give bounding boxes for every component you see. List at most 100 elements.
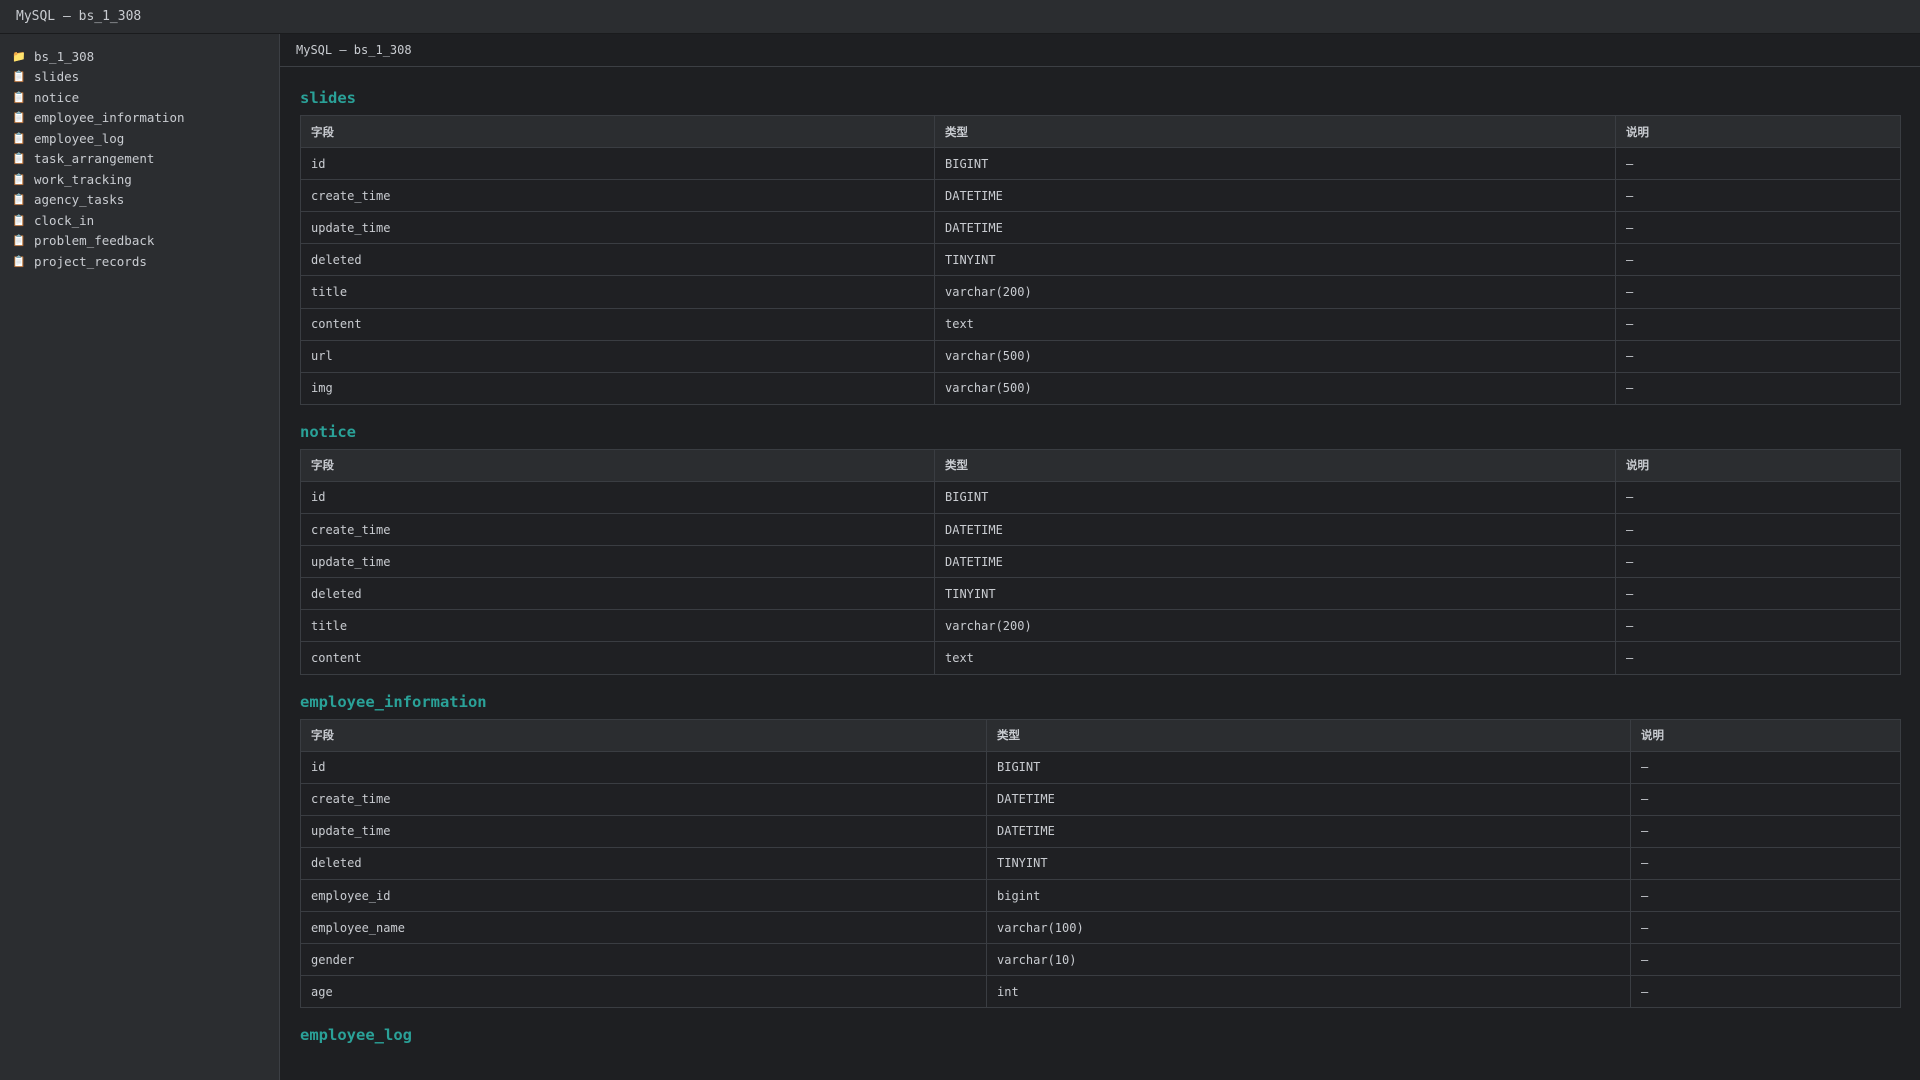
cell-field: title [300,275,935,309]
table-row: gender varchar(10) — [300,943,1901,977]
cell-field: age [300,975,987,1009]
main-panel: MySQL — bs_1_308 slides 字段 类型 说明 id BIGIN… [280,34,1920,1080]
table-row: create_time DATETIME — [300,179,1901,213]
cell-type: DATETIME [934,513,1616,547]
section-title-slides: slides [300,89,356,107]
tree-item-label: notice [34,89,80,105]
table-row: employee_id bigint — [300,878,1901,913]
table-icon: 📋 [12,254,26,268]
tree-item-task-arrangement[interactable]: 📋 task_arrangement [0,149,279,170]
tree-item-notice[interactable]: 📋 notice [0,87,279,108]
cell-type: DATETIME [934,211,1616,245]
table-row: id BIGINT — [300,147,1901,181]
cell-type: BIGINT [986,750,1631,784]
schema-content: slides 字段 类型 说明 id BIGINT — create_time DAT… [280,67,1901,1044]
tree-item-label: work_tracking [34,171,132,187]
tree-item-employee-information[interactable]: 📋 employee_information [0,108,279,129]
table-icon: 📋 [12,172,26,186]
cell-field: create_time [300,513,935,547]
table-row: deleted TINYINT — [300,577,1901,611]
cell-field: create_time [300,782,987,816]
tree-item-clock-in[interactable]: 📋 clock_in [0,210,279,231]
cell-field: employee_name [300,911,987,945]
cell-type: text [934,641,1616,675]
window-title: MySQL — bs_1_308 [16,9,142,24]
cell-desc: — [1615,577,1901,611]
cell-field: update_time [300,814,987,848]
sidebar-tree: 📁 bs_1_308 📋 slides 📋 notice 📋 employee_… [0,34,280,1080]
table-row: employee_name varchar(100) — [300,911,1901,945]
cell-desc: — [1615,275,1901,309]
cell-type: TINYINT [986,846,1631,880]
cell-type: DATETIME [986,782,1631,816]
cell-field: id [300,147,935,181]
cell-type: DATETIME [986,814,1631,848]
cell-desc: — [1615,513,1901,547]
cell-field: deleted [300,577,935,611]
cell-field: id [300,480,935,515]
table-row: deleted TINYINT — [300,846,1901,880]
cell-type: TINYINT [934,243,1616,277]
cell-desc: — [1615,480,1901,515]
tree-item-label: clock_in [34,212,95,228]
cell-type: bigint [986,878,1631,913]
cell-field: create_time [300,179,935,213]
cell-field: content [300,307,935,341]
cell-type: varchar(200) [934,609,1616,643]
cell-desc: — [1615,641,1901,675]
table-row: update_time DATETIME — [300,545,1901,579]
cell-type: varchar(500) [934,371,1616,405]
cell-desc: — [1630,911,1901,945]
column-header-field: 字段 [300,114,935,149]
cell-desc: — [1630,750,1901,784]
tree-item-label: agency_tasks [34,192,125,208]
table-row: content text — [300,307,1901,341]
cell-field: update_time [300,545,935,579]
column-header-field: 字段 [300,718,987,752]
cell-field: url [300,339,935,373]
table-icon: 📋 [12,90,26,104]
cell-desc: — [1615,307,1901,341]
folder-icon: 📁 [12,49,26,63]
schema-table-employee-information: 字段 类型 说明 id BIGINT — create_time DATETIME — … [300,718,1901,1009]
table-row: age int — [300,975,1901,1009]
cell-field: deleted [300,243,935,277]
tree-item-problem-feedback[interactable]: 📋 problem_feedback [0,231,279,252]
tree-item-agency-tasks[interactable]: 📋 agency_tasks [0,190,279,211]
table-row: update_time DATETIME — [300,211,1901,245]
table-row: title varchar(200) — [300,609,1901,643]
breadcrumb-text: MySQL — bs_1_308 [296,43,412,57]
breadcrumb: MySQL — bs_1_308 [280,34,1920,67]
tree-item-label: employee_log [34,130,125,146]
table-row: img varchar(500) — [300,371,1901,405]
cell-desc: — [1615,609,1901,643]
table-icon: 📋 [12,111,26,125]
cell-type: varchar(200) [934,275,1616,309]
tree-item-database[interactable]: 📁 bs_1_308 [0,46,279,67]
tree-item-slides[interactable]: 📋 slides [0,67,279,88]
tree-item-employee-log[interactable]: 📋 employee_log [0,128,279,149]
table-header-row: 字段 类型 说明 [300,448,1901,482]
cell-field: employee_id [300,878,987,913]
cell-desc: — [1615,339,1901,373]
tree-item-label: slides [34,69,80,85]
cell-desc: — [1630,943,1901,977]
table-row: create_time DATETIME — [300,513,1901,547]
cell-type: BIGINT [934,147,1616,181]
table-row: update_time DATETIME — [300,814,1901,848]
cell-desc: — [1615,371,1901,405]
cell-field: title [300,609,935,643]
cell-desc: — [1630,846,1901,880]
table-row: content text — [300,641,1901,675]
column-header-desc: 说明 [1615,448,1901,482]
cell-type: BIGINT [934,480,1616,515]
tree-item-label: employee_information [34,110,185,126]
cell-desc: — [1630,782,1901,816]
cell-type: varchar(100) [986,911,1631,945]
cell-desc: — [1630,814,1901,848]
table-row: url varchar(500) — [300,339,1901,373]
tree-item-project-records[interactable]: 📋 project_records [0,251,279,272]
tree-item-label: project_records [34,253,147,269]
section-title-employee-information: employee_information [300,692,487,711]
tree-item-work-tracking[interactable]: 📋 work_tracking [0,169,279,190]
